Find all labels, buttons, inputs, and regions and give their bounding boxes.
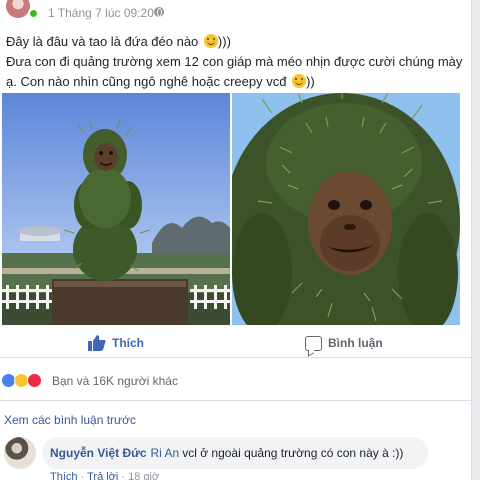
globe-icon (154, 7, 164, 17)
post-line-2-text: Đưa con đi quảng trường xem 12 con giáp … (6, 54, 463, 89)
love-reaction-icon (27, 373, 42, 388)
post-line-1-suffix: ))) (217, 34, 231, 49)
post-card: 1 Tháng 7 lúc 09:20 Đây là đâu và tao là… (0, 0, 472, 480)
comment-time[interactable]: 18 giờ (128, 471, 159, 480)
comment-button-label: Bình luận (328, 336, 383, 350)
post-line-1-text: Đây là đâu và tao là đứa đéo nào (6, 34, 199, 49)
post-line-2: Đưa con đi quảng trường xem 12 con giáp … (6, 52, 466, 92)
post-line-1: Đây là đâu và tao là đứa đéo nào ))) (6, 32, 466, 52)
smile-emoji-icon (292, 74, 307, 88)
comment-item: Nguyễn Việt Đức Ri An vcl ở ngoài quảng tr… (0, 435, 472, 480)
photo-monkey-topiary-closeup[interactable] (232, 93, 460, 325)
comment-mention[interactable]: Ri An (151, 446, 180, 460)
view-previous-comments-link[interactable]: Xem các bình luận trước (4, 413, 136, 427)
comment-reply-link[interactable]: Trả lời (87, 471, 118, 480)
post-actions-bar: Thích Bình luận (0, 328, 472, 358)
online-status-icon (28, 8, 39, 19)
like-button-label: Thích (112, 336, 144, 350)
comment-meta: Thích · Trả lời · 18 giờ (50, 471, 159, 480)
post-timestamp[interactable]: 1 Tháng 7 lúc 09:20 (48, 6, 154, 20)
post-header: 1 Tháng 7 lúc 09:20 (0, 0, 472, 26)
commenter-avatar[interactable] (4, 437, 36, 469)
comment-bubble: Nguyễn Việt Đức Ri An vcl ở ngoài quảng tr… (42, 437, 428, 469)
photo-grid (0, 93, 472, 325)
post-text: Đây là đâu và tao là đứa đéo nào ))) Đưa… (6, 32, 466, 92)
comment-author[interactable]: Nguyễn Việt Đức (50, 446, 147, 460)
comment-button[interactable]: Bình luận (305, 333, 383, 353)
reactions-summary[interactable]: Bạn và 16K người khác (0, 368, 472, 392)
thumbs-up-icon (88, 335, 106, 351)
reactions-count-text[interactable]: Bạn và 16K người khác (52, 374, 178, 388)
like-button[interactable]: Thích (88, 333, 144, 353)
divider (0, 400, 472, 401)
photo-monkey-topiary-full[interactable] (2, 93, 230, 325)
comment-bubble-icon (305, 335, 322, 351)
post-line-2-suffix: )) (306, 74, 315, 89)
comment-text: vcl ở ngoài quảng trường có con này à :)… (182, 446, 404, 460)
smile-emoji-icon (203, 34, 218, 48)
comment-like-link[interactable]: Thích (50, 471, 78, 480)
